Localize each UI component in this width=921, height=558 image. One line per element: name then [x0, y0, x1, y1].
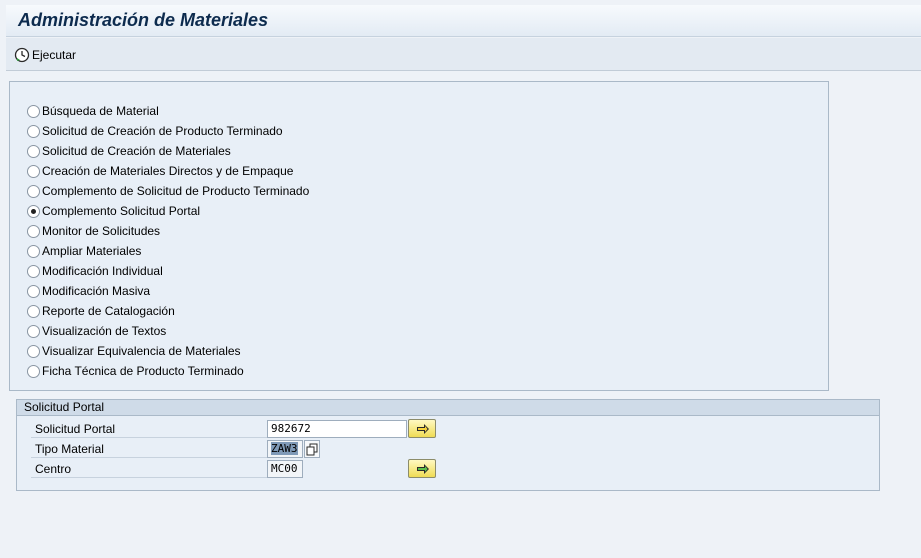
option-solicitud-producto-terminado[interactable]: Solicitud de Creación de Producto Termin…: [27, 122, 283, 140]
field-row-solicitud: Solicitud Portal: [31, 420, 267, 438]
radio-button[interactable]: [27, 164, 40, 178]
option-solicitud-materiales[interactable]: Solicitud de Creación de Materiales: [27, 142, 231, 160]
option-complemento-solicitud-portal[interactable]: Complemento Solicitud Portal: [27, 202, 200, 220]
option-label: Modificación Individual: [42, 264, 163, 278]
copy-icon: [306, 443, 318, 456]
option-label: Complemento de Solicitud de Producto Ter…: [42, 184, 310, 198]
radio-button-selected[interactable]: [27, 204, 40, 218]
option-label: Búsqueda de Material: [42, 104, 159, 118]
option-label: Solicitud de Creación de Materiales: [42, 144, 231, 158]
tipo-material-label: Tipo Material: [35, 442, 104, 456]
radio-button[interactable]: [27, 364, 40, 378]
radio-button[interactable]: [27, 324, 40, 338]
centro-value: MC00: [271, 462, 298, 475]
centro-label: Centro: [35, 462, 72, 476]
option-label: Creación de Materiales Directos y de Emp…: [42, 164, 294, 178]
radio-button[interactable]: [27, 264, 40, 278]
execute-button[interactable]: Ejecutar: [14, 45, 76, 65]
application-toolbar: Ejecutar: [6, 38, 921, 71]
radio-button[interactable]: [27, 104, 40, 118]
radio-button[interactable]: [27, 244, 40, 258]
group-title: Solicitud Portal: [17, 400, 879, 416]
option-label: Visualizar Equivalencia de Materiales: [42, 344, 241, 358]
option-label: Ficha Técnica de Producto Terminado: [42, 364, 244, 378]
centro-input[interactable]: MC00: [267, 460, 303, 478]
option-complemento-producto-terminado[interactable]: Complemento de Solicitud de Producto Ter…: [27, 182, 309, 200]
option-monitor-solicitudes[interactable]: Monitor de Solicitudes: [27, 222, 160, 240]
execute-button-label: Ejecutar: [32, 48, 77, 62]
radio-button[interactable]: [27, 304, 40, 318]
radio-button[interactable]: [27, 344, 40, 358]
title-bar: Administración de Materiales: [6, 5, 921, 37]
field-row-centro: Centro: [31, 460, 267, 478]
radio-button[interactable]: [27, 184, 40, 198]
solicitud-portal-label: Solicitud Portal: [35, 422, 116, 436]
option-visualizar-equivalencia[interactable]: Visualizar Equivalencia de Materiales: [27, 342, 241, 360]
option-visualizacion-textos[interactable]: Visualización de Textos: [27, 322, 166, 340]
options-panel: Búsqueda de Material Solicitud de Creaci…: [9, 81, 829, 391]
option-label: Visualización de Textos: [42, 324, 167, 338]
tipo-material-copy-button[interactable]: [304, 440, 320, 458]
option-label: Ampliar Materiales: [42, 244, 142, 258]
tipo-material-value: ZAW3: [271, 442, 298, 455]
tipo-material-input[interactable]: ZAW3: [267, 440, 303, 458]
solicitud-portal-group: Solicitud Portal Solicitud Portal 982672…: [16, 399, 880, 491]
execute-clock-icon: [14, 47, 30, 63]
radio-button[interactable]: [27, 124, 40, 138]
option-label: Solicitud de Creación de Producto Termin…: [42, 124, 283, 138]
option-label: Monitor de Solicitudes: [42, 224, 161, 238]
option-label: Complemento Solicitud Portal: [42, 204, 201, 218]
page-title: Administración de Materiales: [18, 10, 269, 30]
option-ampliar-materiales[interactable]: Ampliar Materiales: [27, 242, 141, 260]
option-label: Modificación Masiva: [42, 284, 151, 298]
option-busqueda-material[interactable]: Búsqueda de Material: [27, 102, 159, 120]
option-creacion-materiales-directos[interactable]: Creación de Materiales Directos y de Emp…: [27, 162, 293, 180]
solicitud-execute-button[interactable]: [408, 419, 436, 438]
option-label: Reporte de Catalogación: [42, 304, 175, 318]
arrow-right-icon: [417, 424, 429, 434]
arrow-right-icon: [417, 464, 429, 474]
radio-button[interactable]: [27, 224, 40, 238]
field-row-tipo: Tipo Material: [31, 440, 267, 458]
option-modificacion-masiva[interactable]: Modificación Masiva: [27, 282, 150, 300]
option-ficha-tecnica[interactable]: Ficha Técnica de Producto Terminado: [27, 362, 244, 380]
solicitud-portal-input[interactable]: 982672: [267, 420, 407, 438]
option-modificacion-individual[interactable]: Modificación Individual: [27, 262, 163, 280]
option-reporte-catalogacion[interactable]: Reporte de Catalogación: [27, 302, 175, 320]
centro-execute-button[interactable]: [408, 459, 436, 478]
solicitud-portal-value: 982672: [271, 422, 311, 435]
radio-button[interactable]: [27, 284, 40, 298]
radio-button[interactable]: [27, 144, 40, 158]
